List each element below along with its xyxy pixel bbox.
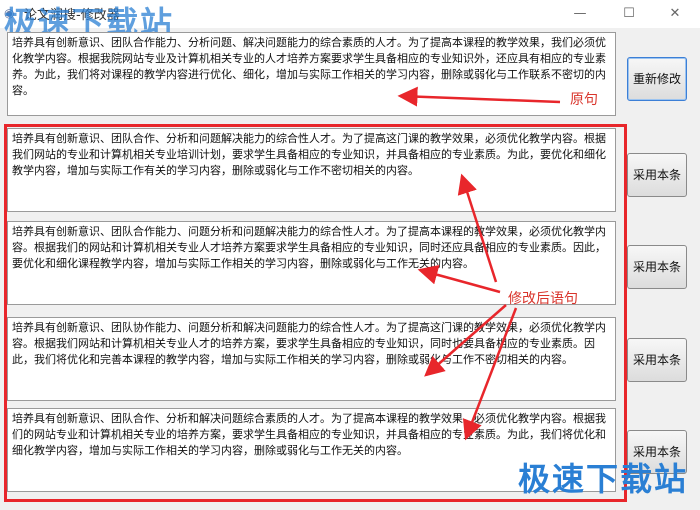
close-icon[interactable]: ✕ [661, 2, 689, 26]
adopt-button-3[interactable]: 采用本条 [627, 338, 687, 382]
original-sentence-label: 原句 [570, 92, 598, 108]
suggestion-box-1[interactable]: 培养具有创新意识、团队合作、分析和问题解决能力的综合性人才。为了提高这门课的教学… [7, 128, 616, 212]
watermark-bottom: 极速下载站 [518, 460, 689, 498]
original-sentence-box[interactable]: 培养具有创新意识、团队合作能力、分析问题、解决问题能力的综合素质的人才。为了提高… [7, 32, 616, 116]
maximize-icon[interactable]: ☐ [615, 2, 643, 26]
revised-sentence-label: 修改后语句 [508, 291, 578, 307]
adopt-button-2[interactable]: 采用本条 [627, 245, 687, 289]
minimize-icon[interactable]: — [566, 2, 594, 26]
adopt-button-1[interactable]: 采用本条 [627, 153, 687, 197]
revise-again-button[interactable]: 重新修改 [627, 57, 687, 101]
suggestion-box-3[interactable]: 培养具有创新意识、团队协作能力、问题分析和解决问题能力的综合性人才。为了提高这门… [7, 317, 616, 401]
